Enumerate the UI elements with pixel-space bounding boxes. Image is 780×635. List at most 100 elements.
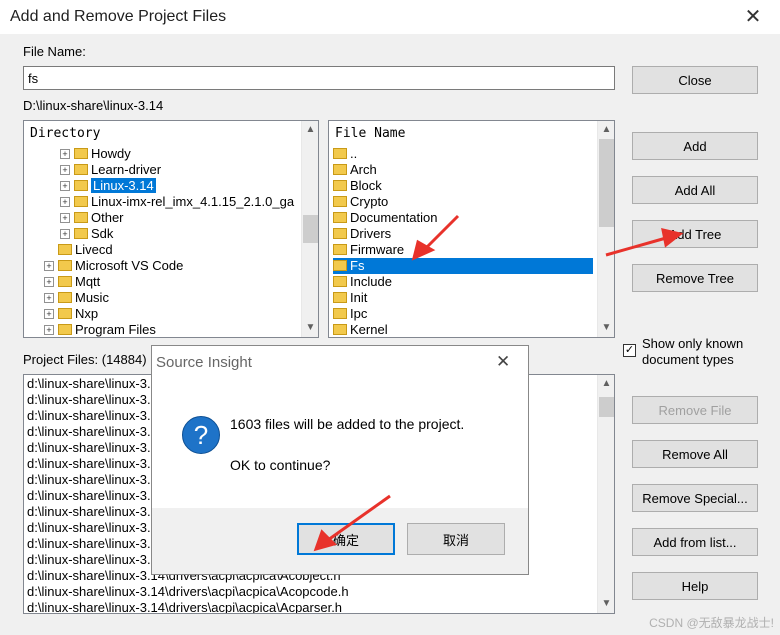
remove-file-button[interactable]: Remove File (632, 396, 758, 424)
expand-icon[interactable]: + (44, 324, 54, 335)
file-name-label: File Name: (23, 44, 86, 59)
directory-item[interactable]: + Music (44, 290, 109, 306)
add-tree-button[interactable]: Add Tree (632, 220, 758, 248)
expand-icon[interactable]: + (60, 164, 70, 175)
scroll-thumb[interactable] (303, 215, 318, 243)
question-icon: ? (182, 416, 220, 454)
directory-item[interactable]: + Linux-3.14 (60, 178, 156, 194)
directory-scrollbar[interactable]: ▲ ▼ (301, 121, 318, 337)
directory-item[interactable]: + Microsoft VS Code (44, 258, 183, 274)
file-list-item-label: Firmware (350, 242, 405, 257)
project-file-row[interactable]: d:\linux-share\linux-3.14\drivers\acpi\a… (27, 584, 349, 600)
directory-item-label: Nxp (75, 306, 99, 321)
folder-icon (58, 260, 72, 272)
project-file-row[interactable]: d:\linux-share\linux-3.1 (27, 472, 158, 488)
directory-item[interactable]: + Learn-driver (60, 162, 161, 178)
directory-item[interactable]: + Mqtt (44, 274, 100, 290)
project-file-row[interactable]: d:\linux-share\linux-3.1 (27, 504, 158, 520)
file-list-item[interactable]: Init (333, 290, 367, 306)
add-all-button[interactable]: Add All (632, 176, 758, 204)
file-list-item[interactable]: Firmware (333, 242, 404, 258)
file-list-item[interactable]: Ipc (333, 306, 367, 322)
add-button[interactable]: Add (632, 132, 758, 160)
project-file-row[interactable]: d:\linux-share\linux-3.1 (27, 408, 158, 424)
directory-item[interactable]: Livecd (44, 242, 113, 258)
directory-item[interactable]: + Program Files (44, 322, 156, 337)
scroll-thumb[interactable] (599, 397, 614, 417)
expand-icon[interactable]: + (44, 276, 54, 287)
file-list-item-label: Init (350, 290, 368, 305)
file-list-item[interactable]: Kernel (333, 322, 388, 337)
folder-icon (333, 228, 347, 240)
file-list-item[interactable]: .. (333, 146, 357, 162)
file-list-item[interactable]: Drivers (333, 226, 391, 242)
project-file-row[interactable]: d:\linux-share\linux-3.1 (27, 488, 158, 504)
file-list-item[interactable]: Include (333, 274, 392, 290)
project-file-row[interactable]: d:\linux-share\linux-3.1 (27, 392, 158, 408)
add-from-list-button[interactable]: Add from list... (632, 528, 758, 556)
directory-item[interactable]: + Nxp (44, 306, 98, 322)
scroll-up-icon[interactable]: ▲ (302, 121, 318, 138)
directory-item-label: Mqtt (75, 274, 101, 289)
project-file-row[interactable]: d:\linux-share\linux-3.1 (27, 376, 158, 392)
remove-special-button[interactable]: Remove Special... (632, 484, 758, 512)
ok-button[interactable]: 确定 (297, 523, 395, 555)
scroll-up-icon[interactable]: ▲ (598, 375, 614, 392)
project-file-row[interactable]: d:\linux-share\linux-3.14\drivers\acpi\a… (27, 600, 342, 613)
cancel-button[interactable]: 取消 (407, 523, 505, 555)
directory-listbox[interactable]: Directory + Howdy + Learn-driver + Linux-3.14… (23, 120, 319, 338)
file-list-item[interactable]: Block (333, 178, 382, 194)
file-list-item-label: Fs (350, 258, 365, 273)
directory-item-label: Program Files (75, 322, 156, 337)
project-file-row[interactable]: d:\linux-share\linux-3.1 (27, 424, 158, 440)
file-list-item[interactable]: Crypto (333, 194, 388, 210)
file-list-item[interactable]: Arch (333, 162, 377, 178)
expand-icon[interactable]: + (60, 180, 70, 191)
folder-icon (333, 324, 347, 336)
folder-icon (74, 148, 88, 160)
folder-icon (333, 164, 347, 176)
expand-icon[interactable]: + (44, 260, 54, 271)
expand-icon[interactable]: + (60, 196, 70, 207)
directory-item[interactable]: + Other (60, 210, 124, 226)
project-file-row[interactable]: d:\linux-share\linux-3.1 (27, 440, 158, 456)
show-known-checkbox[interactable]: ✓ (623, 344, 636, 357)
file-list-scrollbar[interactable]: ▲ ▼ (597, 121, 614, 337)
file-list-item[interactable]: Fs (333, 258, 593, 274)
folder-icon (333, 244, 347, 256)
dialog-close-icon[interactable]: ✕ (496, 352, 510, 372)
directory-item[interactable]: + Linux-imx-rel_imx_4.1.15_2.1.0_ga (60, 194, 294, 210)
scroll-down-icon[interactable]: ▼ (598, 319, 614, 336)
file-list-item-label: Block (350, 178, 382, 193)
project-file-row[interactable]: d:\linux-share\linux-3.1 (27, 456, 158, 472)
file-list-header: File Name (335, 126, 406, 141)
scroll-thumb[interactable] (599, 139, 614, 227)
show-known-label-line1: Show only known (642, 336, 744, 351)
project-files-scrollbar[interactable]: ▲ ▼ (597, 375, 614, 613)
window-close-icon[interactable]: ✕ (740, 4, 766, 30)
expand-icon[interactable]: + (60, 148, 70, 159)
remove-all-button[interactable]: Remove All (632, 440, 758, 468)
project-file-row[interactable]: d:\linux-share\linux-3.1 (27, 552, 158, 568)
directory-item[interactable]: + Howdy (60, 146, 131, 162)
expand-icon[interactable]: + (44, 292, 54, 303)
file-name-input[interactable] (23, 66, 615, 90)
folder-icon (333, 260, 347, 272)
expand-icon[interactable]: + (44, 308, 54, 319)
remove-tree-button[interactable]: Remove Tree (632, 264, 758, 292)
project-file-row[interactable]: d:\linux-share\linux-3.1 (27, 536, 158, 552)
project-file-row[interactable]: d:\linux-share\linux-3.1 (27, 520, 158, 536)
directory-item[interactable]: + Sdk (60, 226, 113, 242)
scroll-down-icon[interactable]: ▼ (598, 595, 614, 612)
file-listbox[interactable]: File Name .. Arch Block Crypto Documentation… (328, 120, 615, 338)
folder-icon (74, 164, 88, 176)
scroll-down-icon[interactable]: ▼ (302, 319, 318, 336)
file-list-item[interactable]: Documentation (333, 210, 437, 226)
expand-icon[interactable]: + (60, 228, 70, 239)
directory-item-label: Sdk (91, 226, 114, 241)
expand-icon[interactable]: + (60, 212, 70, 223)
help-button[interactable]: Help (632, 572, 758, 600)
folder-icon (58, 244, 72, 256)
scroll-up-icon[interactable]: ▲ (598, 121, 614, 138)
close-button[interactable]: Close (632, 66, 758, 94)
